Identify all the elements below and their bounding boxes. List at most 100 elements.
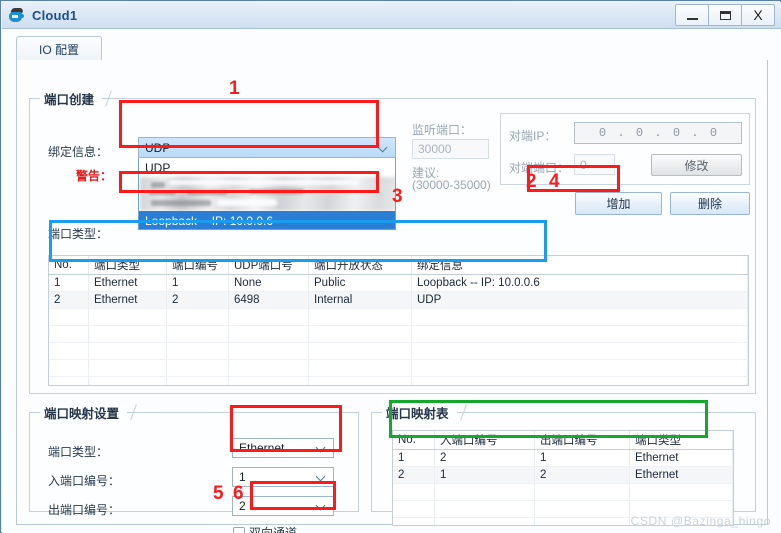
group-title-slash (130, 404, 137, 421)
map-table-r0-c1: 2 (435, 450, 535, 467)
port-table-th-4: 端口开放状态 (309, 256, 412, 274)
in-port-combo[interactable]: 1 (232, 467, 334, 487)
dropdown-blur-mark-5 (249, 189, 304, 194)
peer-ip-octet-1: 0 (598, 126, 607, 140)
map-table-r0-c2: 1 (535, 450, 630, 467)
title-bar-left: Cloud1 (9, 2, 77, 29)
label-peer-ip: 对端IP： (509, 129, 557, 143)
dropdown-blur-mark-4 (187, 190, 227, 195)
dropdown-blur-mark-2 (169, 180, 359, 185)
chevron-down-icon (317, 501, 326, 510)
table-row[interactable]: 2 Ethernet 2 6498 Internal UDP (49, 292, 748, 309)
label-listen-port: 监听端口： (412, 123, 473, 137)
map-table-th-3: 端口类型 (630, 431, 733, 449)
binding-info-combo-value: UDP (145, 140, 171, 155)
label-in-port: 入端口编号： (48, 474, 121, 488)
port-table-th-1: 端口类型 (89, 256, 167, 274)
port-table-header: No. 端口类型 端口编号 UDP端口号 端口开放状态 绑定信息 (49, 256, 748, 275)
map-table-r0-c0: 1 (393, 450, 435, 467)
label-warning: 警告： (76, 169, 113, 183)
port-table-r0-c0: 1 (49, 275, 89, 292)
port-table-r0-c1: Ethernet (89, 275, 167, 292)
port-table-r0-c2: 1 (167, 275, 229, 292)
group-map-table: 端口映射表 No. 入端口编号 出端口编号 端口类型 1 2 1 Etherne… (371, 403, 756, 526)
table-row[interactable]: 2 1 2 Ethernet (393, 467, 733, 484)
binding-info-combo[interactable]: UDP (138, 137, 396, 158)
label-port-type: 端口类型： (48, 227, 109, 241)
map-table-r1-c0: 2 (393, 467, 435, 484)
checkbox-icon (233, 526, 245, 533)
in-port-value: 1 (239, 470, 246, 484)
peer-ip-dot-1: . (617, 126, 625, 140)
annotation-number-4: 4 (549, 171, 560, 192)
out-port-combo[interactable]: 2 (232, 496, 334, 516)
peer-port-input[interactable]: 0 (574, 154, 615, 175)
modify-button[interactable]: 修改 (651, 154, 742, 176)
close-button[interactable]: X (741, 4, 775, 26)
dropdown-item-0[interactable]: UDP (139, 158, 395, 177)
map-table-r1-c1: 1 (435, 467, 535, 484)
dropdown-blur-mark-1 (151, 182, 165, 188)
port-table-th-0: No. (49, 256, 89, 274)
table-row-empty[interactable] (49, 326, 748, 343)
annotation-number-1: 1 (229, 78, 240, 99)
delete-port-button[interactable]: 删除 (670, 192, 750, 215)
table-row[interactable]: 1 2 1 Ethernet (393, 450, 733, 467)
peer-ip-dot-3: . (691, 126, 699, 140)
table-row-empty[interactable] (49, 343, 748, 360)
group-map-settings-title: 端口映射设置 (40, 403, 137, 422)
table-row-empty[interactable] (393, 484, 733, 501)
map-port-type-value: Ethernet (239, 441, 285, 455)
peer-ip-dot-2: . (654, 126, 662, 140)
tab-io-config[interactable]: IO 配置 (16, 36, 102, 61)
listen-port-input[interactable]: 30000 (412, 139, 489, 159)
peer-port-value: 0 (580, 157, 587, 172)
maximize-icon (719, 10, 731, 20)
binding-info-dropdown-list[interactable]: UDP Loopback -- IP: 10.0.0.6 (138, 158, 396, 230)
map-table-th-0: No. (393, 431, 435, 449)
title-bar: Cloud1 X (2, 2, 781, 29)
maximize-button[interactable] (708, 4, 742, 26)
map-table-r0-c3: Ethernet (630, 450, 733, 467)
port-table-r1-c4: Internal (309, 292, 412, 309)
port-table-r0-c4: Public (309, 275, 412, 292)
window-controls: X (675, 4, 775, 26)
application-window: Cloud1 X IO 配置 端口创建 绑定信息： 警告： 端口类型： UDP … (0, 0, 781, 533)
annotation-number-2: 2 (526, 171, 537, 192)
port-table-r1-c5: UDP (412, 292, 748, 309)
tab-io-config-label: IO 配置 (38, 42, 79, 57)
table-row-empty[interactable] (49, 377, 748, 385)
group-port-create: 端口创建 绑定信息： 警告： 端口类型： UDP UDP Loopback --… (29, 89, 756, 394)
map-table[interactable]: No. 入端口编号 出端口编号 端口类型 1 2 1 Ethernet 2 1 … (392, 430, 734, 526)
dropdown-blur-mark-6 (151, 200, 211, 206)
group-map-settings-title-text: 端口映射设置 (44, 407, 120, 421)
watermark: CSDN @Bazinga_bingo (630, 514, 771, 528)
minimize-button[interactable] (675, 4, 709, 26)
table-row-empty[interactable] (49, 360, 748, 377)
map-port-type-combo[interactable]: Ethernet (232, 438, 334, 458)
port-table-th-5: 绑定信息 (412, 256, 748, 274)
port-table[interactable]: No. 端口类型 端口编号 UDP端口号 端口开放状态 绑定信息 1 Ether… (48, 255, 749, 386)
label-map-port-type: 端口类型： (48, 445, 109, 459)
map-table-r1-c2: 2 (535, 467, 630, 484)
window-content: IO 配置 端口创建 绑定信息： 警告： 端口类型： UDP UDP Loopb… (2, 29, 781, 533)
group-map-table-title-text: 端口映射表 (386, 407, 449, 421)
peer-ip-octet-4: 0 (709, 126, 718, 140)
dropdown-item-loopback[interactable]: Loopback -- IP: 10.0.0.6 (139, 211, 395, 229)
table-row[interactable]: 1 Ethernet 1 None Public Loopback -- IP:… (49, 275, 748, 292)
port-table-r0-c3: None (229, 275, 309, 292)
window-title: Cloud1 (32, 8, 78, 23)
minimize-icon (686, 17, 698, 20)
dropdown-blur-mark-7 (217, 199, 277, 206)
group-map-table-title: 端口映射表 (382, 403, 467, 422)
add-port-button[interactable]: 增加 (575, 192, 662, 215)
annotation-number-6: 6 (233, 483, 244, 504)
label-binding-info: 绑定信息： (48, 145, 109, 159)
label-suggest-range: (30000-35000) (412, 178, 491, 192)
bidirectional-checkbox[interactable]: 双向通道 (233, 524, 297, 533)
listen-port-value: 30000 (418, 142, 452, 156)
tab-panel-body: 端口创建 绑定信息： 警告： 端口类型： UDP UDP Loopback --… (16, 60, 768, 533)
peer-ip-input[interactable]: 0 . 0 . 0 . 0 (574, 122, 742, 144)
annotation-number-3: 3 (392, 186, 403, 207)
table-row-empty[interactable] (49, 309, 748, 326)
